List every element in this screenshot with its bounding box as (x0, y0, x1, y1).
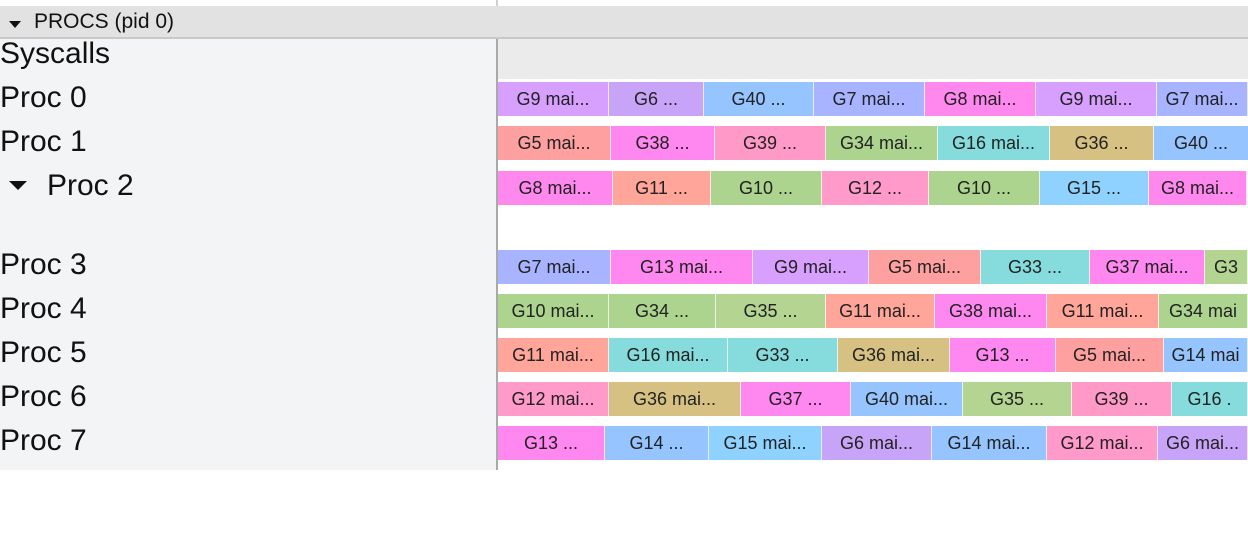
timeline-track-pane: G9 mai... G6 ... G40 ... G7 mai... G8 mai...… (498, 39, 1248, 470)
slice-g8[interactable]: G8 mai... (498, 171, 613, 205)
slice-g9[interactable]: G9 mai... (498, 82, 609, 116)
collapse-caret-icon[interactable] (9, 21, 21, 28)
track-proc5: G11 mai... G16 mai... G33 ... G36 mai... G13… (498, 338, 1248, 372)
slice-g35[interactable]: G3 (1205, 250, 1248, 284)
track-label-syscalls: Syscalls (0, 37, 110, 71)
slice-g34[interactable]: G34 mai (1159, 294, 1248, 328)
slice-g11[interactable]: G11 mai... (826, 294, 935, 328)
track-proc0: G9 mai... G6 ... G40 ... G7 mai... G8 mai...… (498, 82, 1248, 116)
track-proc7: G13 ... G14 ... G15 mai... G6 mai... G14 mai… (498, 426, 1248, 460)
expand-caret-icon[interactable] (9, 180, 27, 190)
track-label-proc2[interactable]: Proc 2 (0, 169, 134, 203)
slice-g36[interactable]: G36 mai... (609, 382, 741, 416)
slice-g5[interactable]: G5 mai... (1056, 338, 1164, 372)
slice-g10[interactable]: G10 mai... (498, 294, 609, 328)
slice-g14[interactable]: G14 mai... (932, 426, 1047, 460)
slice-g14[interactable]: G14 mai (1164, 338, 1248, 372)
track-label-proc4: Proc 4 (0, 292, 87, 326)
slice-g36[interactable]: G36 ... (1050, 126, 1154, 160)
track-label-text: Proc 5 (0, 336, 87, 369)
slice-g6[interactable]: G6 ... (609, 82, 704, 116)
track-label-proc0: Proc 0 (0, 81, 87, 115)
slice-g9[interactable]: G9 mai... (1036, 82, 1157, 116)
slice-g13[interactable]: G13 mai... (611, 250, 753, 284)
slice-g5[interactable]: G5 mai... (498, 126, 611, 160)
slice-g12[interactable]: G12 mai... (1047, 426, 1158, 460)
slice-g8[interactable]: G8 mai... (925, 82, 1036, 116)
slice-g36[interactable]: G36 mai... (838, 338, 950, 372)
track-label-proc7: Proc 7 (0, 424, 87, 458)
slice-g33[interactable]: G33 ... (981, 250, 1090, 284)
track-label-text: Proc 0 (0, 81, 87, 114)
slice-g38[interactable]: G38 mai... (935, 294, 1047, 328)
slice-g8[interactable]: G8 mai... (1149, 171, 1247, 205)
track-label-text: Proc 3 (0, 248, 87, 281)
track-proc6: G12 mai... G36 mai... G37 ... G40 mai... G35… (498, 382, 1248, 416)
slice-g39[interactable]: G39 ... (1072, 382, 1172, 416)
slice-g34[interactable]: G34 mai... (826, 126, 938, 160)
track-label-proc5: Proc 5 (0, 336, 87, 370)
slice-g40[interactable]: G40 ... (704, 82, 814, 116)
slice-g38[interactable]: G38 ... (611, 126, 715, 160)
slice-g35[interactable]: G35 ... (963, 382, 1072, 416)
slice-g33[interactable]: G33 ... (728, 338, 838, 372)
track-label-text: Syscalls (0, 37, 111, 70)
procs-group-header[interactable]: PROCS (pid 0) (0, 6, 1248, 39)
slice-g5[interactable]: G5 mai... (869, 250, 981, 284)
slice-g7[interactable]: G7 mai... (498, 250, 611, 284)
slice-g40[interactable]: G40 ... (1154, 126, 1248, 160)
track-label-text: Proc 7 (0, 424, 87, 457)
track-label-proc3: Proc 3 (0, 248, 87, 282)
slice-g6[interactable]: G6 mai... (1158, 426, 1248, 460)
track-label-text: Proc 1 (0, 125, 87, 158)
slice-g16[interactable]: G16 mai... (938, 126, 1050, 160)
slice-g13[interactable]: G13 ... (950, 338, 1056, 372)
slice-g15[interactable]: G15 ... (1040, 171, 1149, 205)
slice-g16[interactable]: G16 mai... (609, 338, 728, 372)
slice-g37[interactable]: G37 ... (741, 382, 851, 416)
slice-g39[interactable]: G39 ... (715, 126, 826, 160)
slice-g37[interactable]: G37 mai... (1090, 250, 1205, 284)
track-label-proc6: Proc 6 (0, 380, 87, 414)
slice-g40[interactable]: G40 mai... (851, 382, 963, 416)
track-proc3: G7 mai... G13 mai... G9 mai... G5 mai... G33… (498, 250, 1248, 284)
slice-g34[interactable]: G34 ... (609, 294, 716, 328)
track-label-text: Proc 4 (0, 292, 87, 325)
track-label-text: Proc 6 (0, 380, 87, 413)
slice-g12[interactable]: G12 mai... (498, 382, 609, 416)
slice-g16[interactable]: G16 . (1172, 382, 1248, 416)
slice-g10[interactable]: G10 ... (929, 171, 1040, 205)
slice-g13[interactable]: G13 ... (498, 426, 605, 460)
slice-g6[interactable]: G6 mai... (822, 426, 932, 460)
slice-g15[interactable]: G15 mai... (709, 426, 822, 460)
track-proc4: G10 mai... G34 ... G35 ... G11 mai... G38 ma… (498, 294, 1248, 328)
slice-g7[interactable]: G7 mai... (1157, 82, 1248, 116)
track-label-text: Proc 2 (47, 169, 134, 202)
slice-g11[interactable]: G11 ... (613, 171, 711, 205)
slice-g12[interactable]: G12 ... (822, 171, 929, 205)
slice-g35[interactable]: G35 ... (716, 294, 826, 328)
track-proc1: G5 mai... G38 ... G39 ... G34 mai... G16 mai… (498, 126, 1248, 160)
syscalls-track (498, 39, 1248, 79)
slice-g7[interactable]: G7 mai... (814, 82, 925, 116)
track-proc2: G8 mai... G11 ... G10 ... G12 ... G10 ... G15… (498, 171, 1248, 205)
track-label-pane: Syscalls Proc 0 Proc 1 Proc 2 Proc 3 Proc 4 Pr… (0, 37, 496, 470)
slice-g14[interactable]: G14 ... (605, 426, 709, 460)
track-label-proc1: Proc 1 (0, 125, 87, 159)
slice-g11[interactable]: G11 mai... (498, 338, 609, 372)
slice-g11[interactable]: G11 mai... (1047, 294, 1159, 328)
slice-g9[interactable]: G9 mai... (753, 250, 869, 284)
slice-g10[interactable]: G10 ... (711, 171, 822, 205)
group-title: PROCS (pid 0) (34, 10, 175, 33)
